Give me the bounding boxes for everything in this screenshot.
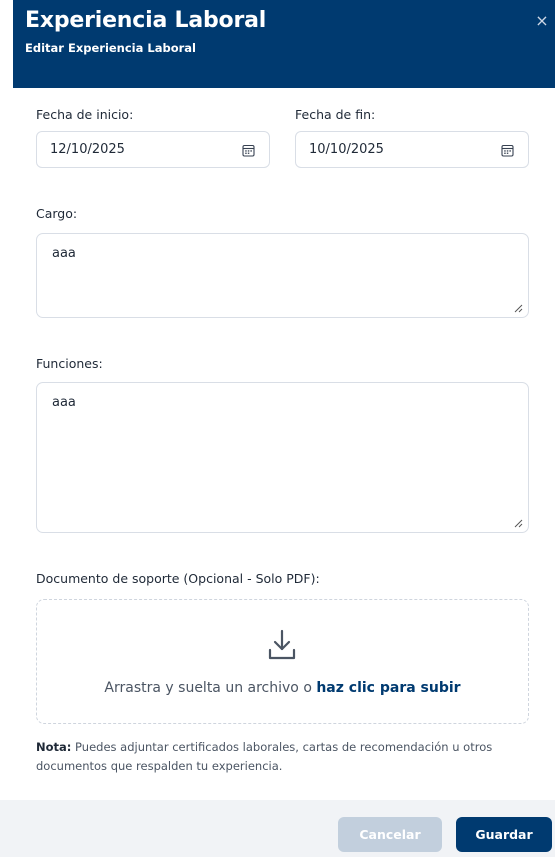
- funciones-value: aaa: [52, 395, 76, 410]
- start-date-label: Fecha de inicio:: [36, 107, 134, 122]
- download-arrow-icon: [268, 629, 296, 660]
- cargo-textarea[interactable]: aaa: [36, 233, 529, 318]
- modal-subtitle: Editar Experiencia Laboral: [25, 41, 196, 55]
- save-button[interactable]: Guardar: [456, 817, 552, 852]
- resize-grip-icon[interactable]: [514, 519, 523, 528]
- modal-title: Experiencia Laboral: [25, 8, 267, 33]
- note-prefix: Nota:: [36, 740, 72, 754]
- note-body: Puedes adjuntar certificados laborales, …: [36, 740, 493, 773]
- start-date-input[interactable]: 12/10/2025: [36, 131, 270, 168]
- funciones-label: Funciones:: [36, 356, 103, 371]
- calendar-icon[interactable]: [501, 144, 514, 157]
- end-date-input[interactable]: 10/10/2025: [295, 131, 529, 168]
- note-text: Nota: Puedes adjuntar certificados labor…: [36, 738, 526, 776]
- modal-header: Experiencia Laboral Editar Experiencia L…: [13, 0, 555, 88]
- cargo-label: Cargo:: [36, 206, 78, 221]
- dropzone-instructions: Arrastra y suelta un archivo o: [104, 680, 317, 696]
- document-label: Documento de soporte (Opcional - Solo PD…: [36, 571, 320, 586]
- resize-grip-icon[interactable]: [514, 304, 523, 313]
- funciones-textarea[interactable]: aaa: [36, 382, 529, 533]
- upload-link[interactable]: haz clic para subir: [316, 680, 460, 696]
- end-date-label: Fecha de fin:: [295, 107, 376, 122]
- start-date-value: 12/10/2025: [50, 142, 125, 157]
- close-icon[interactable]: ×: [533, 12, 551, 30]
- calendar-icon[interactable]: [242, 144, 255, 157]
- end-date-value: 10/10/2025: [309, 142, 384, 157]
- modal-footer: Cancelar Guardar: [0, 800, 555, 857]
- cargo-value: aaa: [52, 246, 76, 261]
- cancel-button[interactable]: Cancelar: [338, 817, 442, 852]
- file-dropzone[interactable]: Arrastra y suelta un archivo o haz clic …: [36, 599, 529, 724]
- dropzone-text: Arrastra y suelta un archivo o haz clic …: [37, 680, 528, 696]
